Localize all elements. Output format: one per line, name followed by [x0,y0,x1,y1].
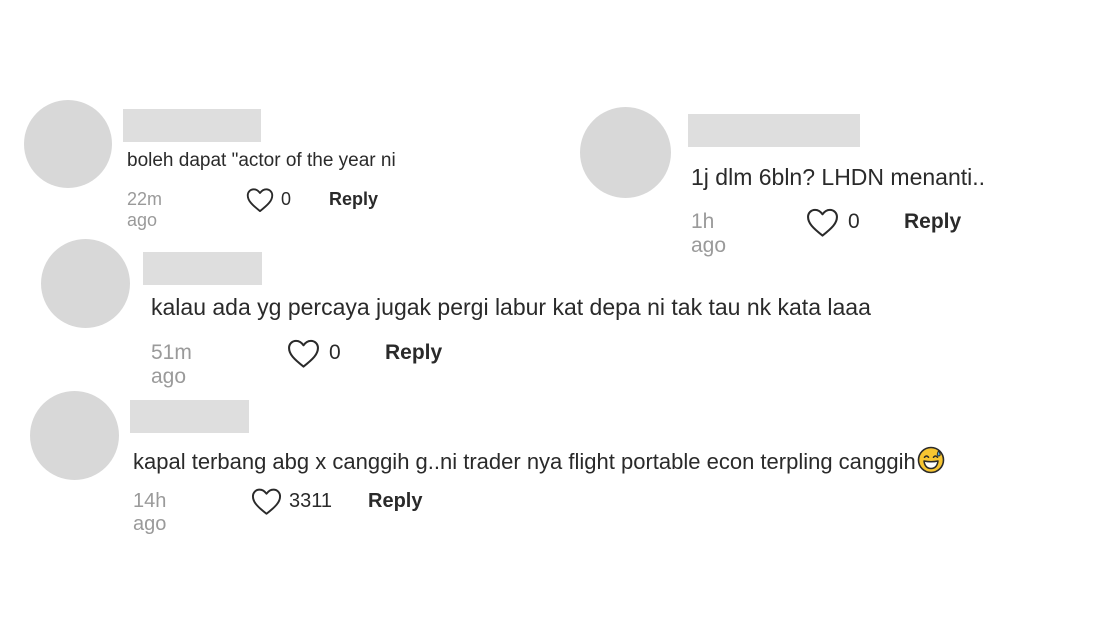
comment-timestamp: 1h ago [691,210,727,257]
like-count: 3311 [289,490,333,512]
like-count: 0 [329,341,341,364]
comment-text: 1j dlm 6bln? LHDN menanti.. [691,164,986,190]
reply-button[interactable]: Reply [368,490,422,513]
like-heart-icon[interactable] [246,187,274,213]
comment-timestamp: 51m ago [151,341,192,388]
username-placeholder[interactable] [143,252,262,285]
like-count: 0 [848,210,860,233]
username-placeholder[interactable] [130,400,249,433]
comment-text: kalau ada yg percaya jugak pergi labur k… [151,294,871,320]
like-heart-icon[interactable] [287,338,320,369]
avatar[interactable] [41,239,130,328]
avatar[interactable] [30,391,119,480]
comment-text: boleh dapat "actor of the year ni [127,150,396,171]
username-placeholder[interactable] [688,114,860,147]
reply-button[interactable]: Reply [329,189,378,210]
like-heart-icon[interactable] [806,207,839,238]
comment-text-body: kapal terbang abg x canggih g..ni trader… [133,449,916,474]
grinning-face-with-sweat-icon [917,446,945,480]
reply-button[interactable]: Reply [904,210,961,234]
like-count: 0 [281,189,292,209]
avatar[interactable] [580,107,671,198]
username-placeholder[interactable] [123,109,261,142]
avatar[interactable] [24,100,112,188]
comment-text: kapal terbang abg x canggih g..ni trader… [133,446,945,480]
comment-timestamp: 14h ago [133,490,167,535]
like-heart-icon[interactable] [251,487,282,516]
comment-timestamp: 22m ago [127,189,163,230]
reply-button[interactable]: Reply [385,341,442,365]
